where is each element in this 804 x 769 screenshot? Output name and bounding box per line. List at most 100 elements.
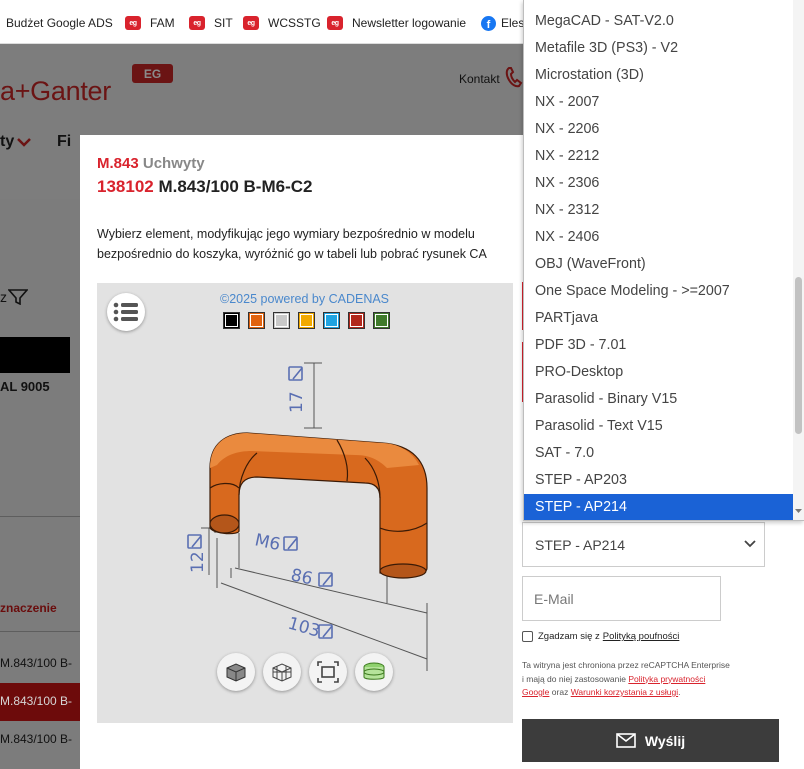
section-view-button[interactable] [355,653,393,691]
viewer-menu-button[interactable] [107,293,145,331]
bookmark-label: WCSSTG [268,16,321,30]
dropdown-option[interactable]: Metafile 3D (PS3) - V2 [524,35,794,62]
dropdown-option[interactable]: Microstation (3D) [524,62,794,89]
dropdown-option[interactable]: NX - 2312 [524,197,794,224]
send-label: Wyślij [644,732,686,749]
recaptcha-notice: Ta witryna jest chroniona przez reCAPTCH… [522,659,732,700]
dimension-side-label[interactable]: 12 [188,551,208,573]
dimension-thread-label[interactable]: M6 [253,530,282,555]
bookmark-label: Budżet Google ADS [6,16,113,30]
dropdown-option[interactable]: SAT - 7.0 [524,440,794,467]
scrollbar-thumb[interactable] [795,277,802,434]
chevron-down-icon [17,138,31,147]
recaptcha-end: . [678,687,681,697]
privacy-checkbox[interactable] [522,631,533,642]
shaded-view-button[interactable] [217,653,255,691]
color-swatch[interactable] [348,312,365,329]
eg-icon: eg [327,16,343,30]
contact-link[interactable]: Kontakt [459,72,500,86]
viewer-toolbar [217,653,393,691]
fit-to-screen-icon [317,661,339,683]
nav-item-label: ty [0,133,15,150]
dropdown-option[interactable]: One Space Modeling - >=2007 [524,278,794,305]
dropdown-option[interactable]: Parasolid - Text V15 [524,413,794,440]
dropdown-option[interactable]: NX - 2306 [524,170,794,197]
color-swatch[interactable] [223,312,240,329]
bookmark-budzet-google-ads[interactable]: Budżet Google ADS [6,14,113,32]
table-row[interactable]: M.843/100 B- [0,732,72,746]
dropdown-option[interactable]: STEP - AP214 [524,494,794,520]
dropdown-option[interactable]: PRO-Desktop [524,359,794,386]
divider [0,516,80,517]
table-row-label: M.843/100 B- [0,694,73,708]
eg-icon: eg [125,16,141,30]
product-title: 138102 M.843/100 B-M6-C2 [97,177,312,197]
dropdown-option[interactable]: NX - 2406 [524,224,794,251]
color-swatch-black [0,337,70,373]
nav-item-produkty[interactable]: ty [0,133,14,151]
chevron-down-icon [744,540,756,548]
cylinder-section-icon [363,662,385,680]
facebook-icon: f [481,15,496,31]
bookmark-label: SIT [214,16,233,30]
eg-icon: eg [189,16,205,30]
privacy-policy-link[interactable]: Polityką poufności [603,631,680,642]
dropdown-option[interactable]: PARTjava [524,305,794,332]
dropdown-scrollbar[interactable] [793,0,804,520]
email-field[interactable]: E-Mail [522,576,721,621]
dropdown-option[interactable]: NX - 2212 [524,143,794,170]
consent-label: Zgadzam się z [538,631,600,642]
series-name: Uchwyty [142,155,205,172]
color-swatch[interactable] [373,312,390,329]
table-row[interactable]: M.843/100 B- [0,656,72,670]
description-line: Wybierz element, modyfikując jego wymiar… [97,227,475,241]
filter-icon[interactable] [8,289,28,305]
dimension-inner-label[interactable]: 86 [289,565,314,589]
bookmark-fam[interactable]: eg FAM [125,14,175,32]
dropdown-option[interactable]: OBJ (WaveFront) [524,251,794,278]
item-code: 138102 [97,177,154,196]
dropdown-option[interactable]: STEP - AP203 [524,467,794,494]
dropdown-option[interactable]: PDF 3D - 7.01 [524,332,794,359]
nav-item-firma[interactable]: Fi [57,133,71,151]
dimension-outer-label[interactable]: 103 [286,614,323,642]
shaded-cube-icon [226,663,246,682]
format-dropdown-list[interactable]: MegaCAD - SAT-V2.0 Metafile 3D (PS3) - V2… [523,0,804,521]
filter-label: z [0,289,7,305]
color-swatch[interactable] [298,312,315,329]
color-swatch[interactable] [273,312,290,329]
fit-view-button[interactable] [309,653,347,691]
phone-icon[interactable] [505,66,523,88]
email-placeholder: E-Mail [534,591,574,607]
dropdown-option[interactable]: MegaCAD - SAT-V2.0 [524,8,794,35]
cadenas-powered-link[interactable]: ©2025 powered by CADENAS [220,292,389,306]
ral-label: AL 9005 [0,379,50,394]
wireframe-cube-icon [272,663,292,682]
product-description: Wybierz element, modyfikując jego wymiar… [97,224,537,264]
dropdown-option[interactable]: NX - 2206 [524,116,794,143]
bookmark-eles[interactable]: f Eles [481,14,524,32]
format-select[interactable]: STEP - AP214 [522,522,765,567]
color-swatch[interactable] [248,312,265,329]
dropdown-option[interactable]: Parasolid - Binary V15 [524,386,794,413]
divider [0,631,80,632]
google-terms-link[interactable]: Warunki korzystania z usługi [571,687,678,697]
cad-3d-viewer[interactable]: 17 12 M6 86 103 ©2025 powered by CADENAS [97,283,513,723]
send-button[interactable]: Wyślij [522,719,779,762]
dimension-height-label[interactable]: 17 [287,391,307,413]
site-logo[interactable]: a+Ganter [0,76,111,107]
wireframe-view-button[interactable] [263,653,301,691]
dropdown-option[interactable]: NX - 2007 [524,89,794,116]
series-code: M.843 [97,155,139,172]
bookmark-newsletter-logowanie[interactable]: eg Newsletter logowanie [327,14,466,32]
bookmark-wcsstg[interactable]: eg WCSSTG [243,14,321,32]
bookmark-label: Eles [501,16,525,30]
bookmark-sit[interactable]: eg SIT [189,14,233,32]
product-series: M.843 Uchwyty [97,155,205,172]
scroll-down-arrow-icon[interactable] [795,507,802,515]
bookmark-label: FAM [150,16,175,30]
nav-item-label: Fi [57,133,72,150]
eg-icon: eg [243,16,259,30]
handle-shape [209,432,428,579]
color-swatch[interactable] [323,312,340,329]
